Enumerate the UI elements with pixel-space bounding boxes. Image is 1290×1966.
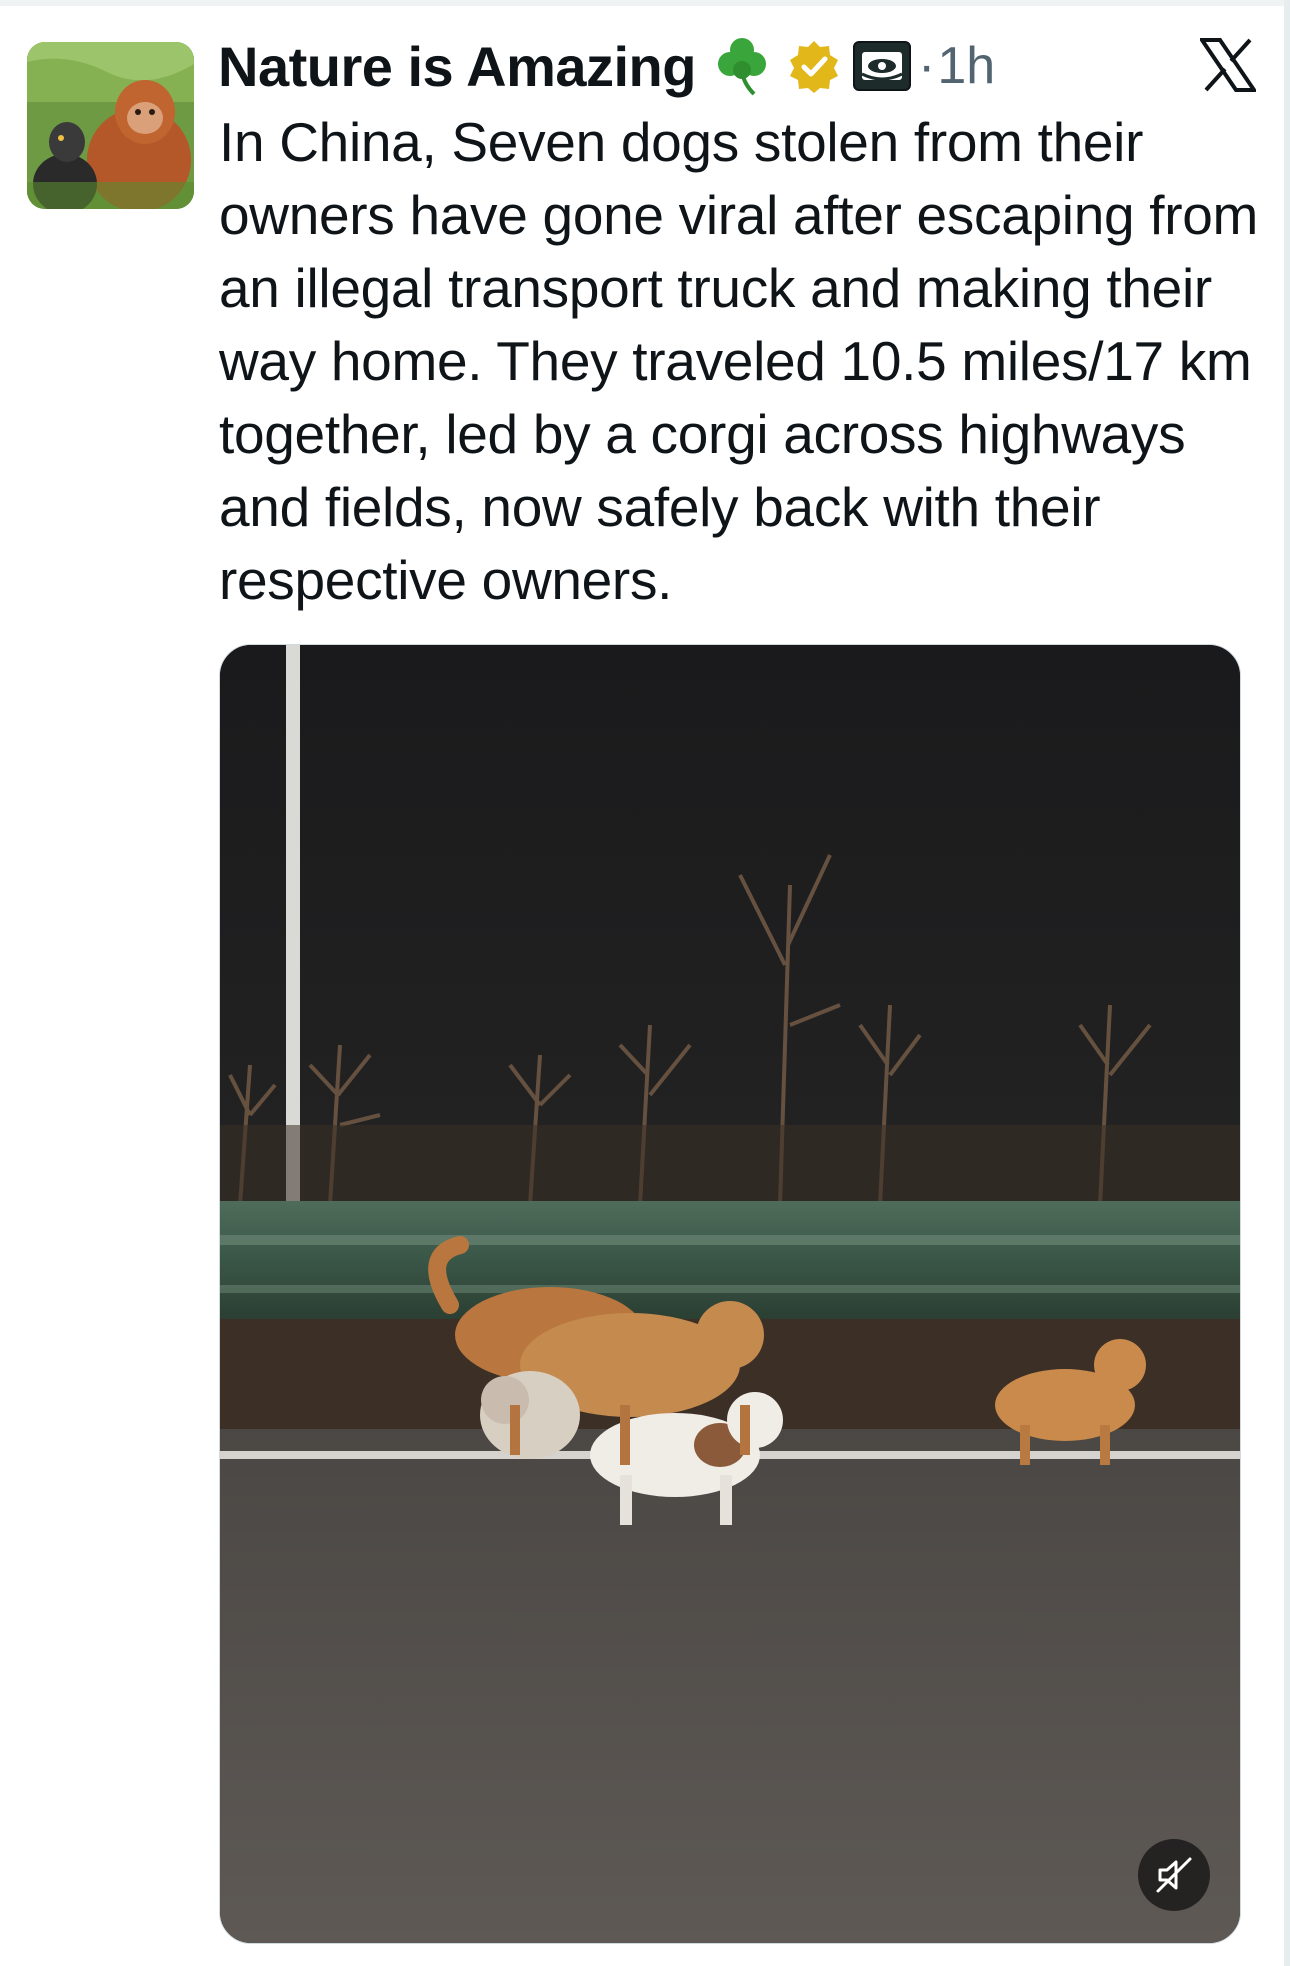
- tweet-header: Nature is Amazing · 1h: [218, 30, 995, 102]
- tweet-video[interactable]: [219, 644, 1241, 1944]
- affiliate-badge-icon[interactable]: [852, 40, 912, 92]
- separator: ·: [917, 37, 936, 95]
- video-frame: [220, 645, 1240, 1943]
- tweet-card[interactable]: Nature is Amazing · 1h In China, Seven d…: [0, 0, 1290, 1966]
- avatar-image: [27, 42, 194, 209]
- verified-badge-icon[interactable]: [786, 38, 842, 94]
- shamrock-emoji: [710, 34, 774, 98]
- tweet-text: In China, Seven dogs stolen from their o…: [219, 111, 1259, 611]
- muted-speaker-icon: [1156, 1857, 1192, 1893]
- x-logo-icon[interactable]: [1198, 38, 1258, 92]
- scroll-edge: [1284, 0, 1290, 1966]
- mute-toggle-button[interactable]: [1138, 1839, 1210, 1911]
- timestamp[interactable]: 1h: [937, 36, 995, 96]
- display-name[interactable]: Nature is Amazing: [218, 34, 696, 99]
- avatar[interactable]: [27, 42, 194, 209]
